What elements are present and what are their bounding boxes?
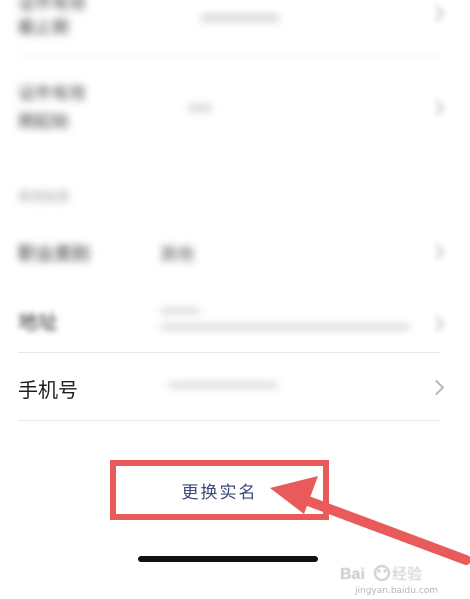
row-address-label: 地址 xyxy=(18,310,58,334)
change-real-name-button[interactable]: 更换实名 xyxy=(110,460,329,520)
screen: 证件有效 截止期 证件有效 期起始 其他信息 职业类别 其他 地址 手机号 更换… xyxy=(0,0,470,599)
row-id-start[interactable]: 证件有效 期起始 xyxy=(0,70,470,150)
chevron-right-icon xyxy=(428,99,445,116)
row-id-expiry-label: 证件有效 截止期 xyxy=(18,0,86,40)
chevron-right-icon xyxy=(428,243,445,260)
chevron-right-icon xyxy=(428,379,445,396)
row-id-start-label-line1: 证件有效 xyxy=(18,84,86,104)
divider xyxy=(18,56,440,57)
section-heading: 其他信息 xyxy=(18,190,71,205)
change-real-name-label: 更换实名 xyxy=(181,482,258,503)
row-phone-value xyxy=(168,382,278,388)
row-id-start-label-line2: 期起始 xyxy=(18,112,69,132)
chevron-right-icon xyxy=(428,315,445,332)
row-id-expiry-label-line1: 证件有效 xyxy=(18,0,86,14)
row-occupation-label: 职业类别 xyxy=(18,244,90,265)
row-id-expiry-value xyxy=(200,14,280,22)
row-occupation[interactable]: 职业类别 其他 xyxy=(0,228,470,280)
row-phone[interactable]: 手机号 xyxy=(0,356,470,418)
watermark-url: jingyan.baidu.com xyxy=(355,586,439,596)
svg-text:经验: 经验 xyxy=(392,566,422,583)
baidu-jingyan-watermark-logo: Bai 经验 xyxy=(340,565,422,583)
divider xyxy=(18,420,440,421)
chevron-right-icon xyxy=(428,5,445,22)
row-address-value-line2 xyxy=(160,324,410,330)
row-id-expiry-label-line2: 截止期 xyxy=(18,18,69,38)
divider xyxy=(18,352,440,353)
home-indicator xyxy=(138,556,318,562)
row-id-start-value xyxy=(188,104,212,112)
row-phone-label: 手机号 xyxy=(18,378,78,402)
row-occupation-value: 其他 xyxy=(160,245,194,265)
row-address[interactable]: 地址 xyxy=(0,296,470,348)
row-address-value-line1 xyxy=(160,308,200,314)
row-id-start-label: 证件有效 期起始 xyxy=(18,80,86,136)
svg-text:Bai: Bai xyxy=(340,566,365,583)
row-id-expiry[interactable]: 证件有效 截止期 xyxy=(0,0,470,52)
